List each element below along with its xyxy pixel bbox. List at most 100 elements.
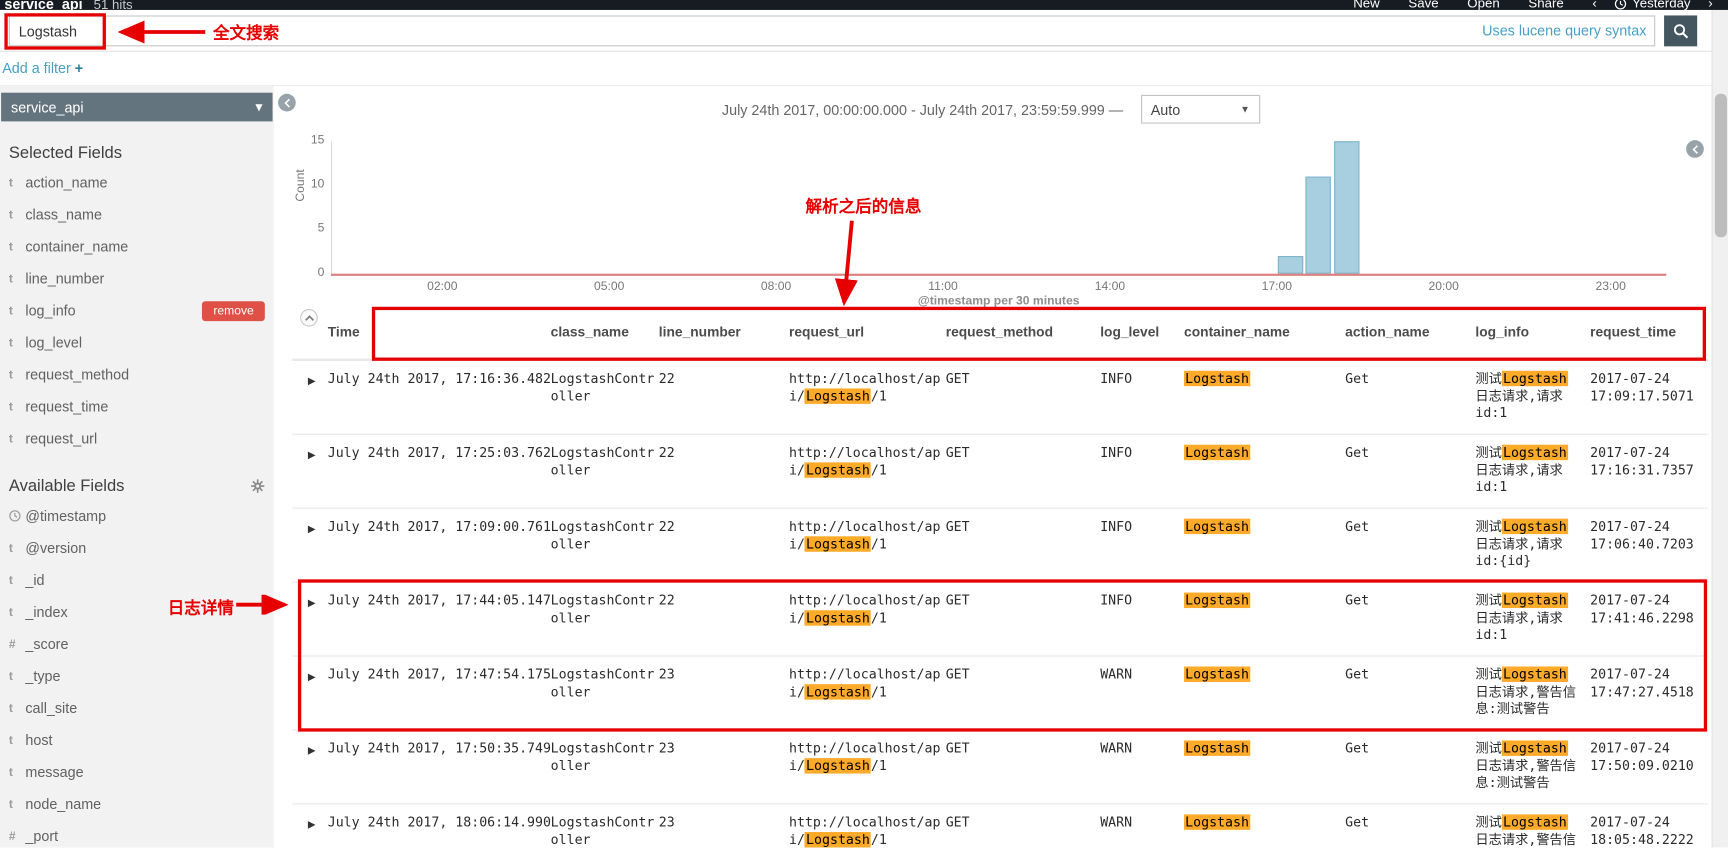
field-item-_port[interactable]: # _port bbox=[0, 820, 274, 848]
histogram-bar-17:30[interactable] bbox=[1305, 176, 1332, 274]
cell-time: July 24th 2017, 17:50:35.749 bbox=[327, 740, 551, 756]
field-item-node_name[interactable]: t node_name bbox=[0, 788, 274, 820]
cell-class_name: LogstashContr oller bbox=[550, 370, 655, 404]
column-header-line_number[interactable]: line_number bbox=[659, 324, 789, 339]
field-name: class_name bbox=[25, 206, 102, 223]
plus-icon: + bbox=[74, 59, 84, 77]
column-header-action_name[interactable]: action_name bbox=[1345, 324, 1475, 339]
expand-row-icon[interactable]: ▶ bbox=[292, 657, 327, 730]
cell-action_name: Get bbox=[1345, 444, 1370, 461]
expand-row-icon[interactable]: ▶ bbox=[292, 731, 327, 804]
cell-request_method: GET bbox=[945, 592, 970, 609]
field-name: line_number bbox=[25, 270, 105, 287]
field-item-call_site[interactable]: t call_site bbox=[0, 692, 274, 724]
field-item-_index[interactable]: t _index bbox=[0, 596, 274, 628]
menu-new[interactable]: New bbox=[1353, 0, 1380, 10]
histogram-bar-18:00[interactable] bbox=[1333, 141, 1359, 274]
field-item-host[interactable]: t host bbox=[0, 724, 274, 756]
column-header-request_time[interactable]: request_time bbox=[1590, 324, 1708, 339]
menu-share[interactable]: Share bbox=[1528, 0, 1563, 10]
field-item-request_time[interactable]: t request_time bbox=[0, 391, 274, 423]
expand-row-icon[interactable]: ▶ bbox=[292, 509, 327, 582]
time-prev-arrow[interactable]: ‹ bbox=[1592, 0, 1596, 10]
log-row: ▶ July 24th 2017, 17:25:03.762 LogstashCon… bbox=[292, 433, 1709, 508]
column-header-request_method[interactable]: request_method bbox=[946, 324, 1100, 339]
available-fields-list: @timestamp t @version t _id t _index # _score t _t… bbox=[0, 500, 274, 848]
field-name: container_name bbox=[25, 238, 129, 255]
log-row: ▶ July 24th 2017, 17:16:36.482 LogstashCon… bbox=[292, 359, 1709, 434]
cell-time: July 24th 2017, 17:25:03.762 bbox=[327, 444, 551, 461]
cell-container_name: Logstash bbox=[1184, 657, 1345, 730]
field-item-class_name[interactable]: t class_name bbox=[0, 199, 274, 231]
field-name: node_name bbox=[25, 795, 102, 813]
expand-row-icon[interactable]: ▶ bbox=[292, 435, 327, 508]
highlighted-term: Logstash bbox=[1184, 592, 1251, 609]
vertical-scrollbar[interactable] bbox=[1711, 9, 1728, 848]
histogram-bar-17:00[interactable] bbox=[1277, 256, 1304, 274]
column-header-log_info[interactable]: log_info bbox=[1475, 324, 1590, 339]
cell-time: July 24th 2017, 18:06:14.990 bbox=[327, 814, 551, 830]
cell-line_number: 22 bbox=[658, 370, 675, 387]
search-icon bbox=[1673, 23, 1688, 38]
cell-container_name: Logstash bbox=[1184, 804, 1345, 847]
field-type-icon: # bbox=[8, 829, 16, 843]
lucene-syntax-link[interactable]: Uses lucene query syntax bbox=[1482, 22, 1646, 39]
menu-save[interactable]: Save bbox=[1408, 0, 1438, 10]
column-header-log_level[interactable]: log_level bbox=[1100, 324, 1184, 339]
x-axis-tick: 23:00 bbox=[1595, 280, 1626, 294]
field-item-@timestamp[interactable]: @timestamp bbox=[0, 500, 274, 532]
index-pattern-selector[interactable]: service_api ▾ bbox=[1, 92, 273, 122]
time-next-arrow[interactable]: › bbox=[1708, 0, 1712, 10]
field-item-log_level[interactable]: t log_level bbox=[0, 327, 274, 359]
field-item-request_url[interactable]: t request_url bbox=[0, 423, 274, 455]
field-type-icon: t bbox=[8, 573, 13, 587]
collapse-histogram-icon[interactable] bbox=[300, 308, 318, 327]
cell-request_method: GET bbox=[945, 444, 970, 461]
field-name: _score bbox=[25, 635, 69, 653]
highlighted-term: Logstash bbox=[1184, 518, 1251, 535]
search-button[interactable] bbox=[1664, 15, 1698, 47]
expand-row-icon[interactable]: ▶ bbox=[292, 361, 327, 434]
cell-request_method: GET bbox=[945, 814, 970, 830]
interval-select[interactable]: Auto ▼ bbox=[1140, 94, 1260, 124]
cell-request_time: 2017-07-24 17:06:40.7203 bbox=[1590, 518, 1694, 552]
field-item-@version[interactable]: t @version bbox=[0, 532, 274, 564]
field-type-icon: t bbox=[8, 336, 13, 350]
column-header-request_url[interactable]: request_url bbox=[789, 324, 946, 339]
field-item-request_method[interactable]: t request_method bbox=[0, 359, 274, 391]
remove-field-button[interactable]: remove bbox=[202, 300, 265, 321]
field-item-log_info[interactable]: t log_info remove bbox=[0, 295, 274, 327]
timepicker-button[interactable]: Yesterday bbox=[1614, 0, 1691, 10]
column-header-time[interactable]: Time bbox=[328, 324, 551, 339]
highlighted-term: Logstash bbox=[1501, 814, 1568, 830]
field-item-_type[interactable]: t _type bbox=[0, 660, 274, 692]
expand-row-icon[interactable]: ▶ bbox=[292, 804, 327, 847]
highlighted-term: Logstash bbox=[804, 609, 871, 626]
field-name: action_name bbox=[25, 174, 108, 191]
cell-class_name: LogstashContr oller bbox=[550, 444, 655, 478]
gear-icon[interactable] bbox=[250, 479, 265, 493]
column-header-class_name[interactable]: class_name bbox=[551, 324, 659, 339]
hits-count: 51 hits bbox=[93, 0, 133, 10]
cell-log_level: INFO bbox=[1100, 370, 1133, 387]
cell-line_number: 23 bbox=[658, 666, 675, 682]
field-item-message[interactable]: t message bbox=[0, 756, 274, 788]
cell-request_time: 2017-07-24 18:05:48.2222 bbox=[1590, 814, 1694, 847]
x-axis-line bbox=[331, 273, 1667, 276]
collapse-sidebar-icon[interactable] bbox=[278, 93, 296, 112]
add-filter-link[interactable]: Add a filter + bbox=[2, 60, 83, 77]
interval-value: Auto bbox=[1150, 100, 1181, 118]
field-item-container_name[interactable]: t container_name bbox=[0, 231, 274, 263]
cell-container_name: Logstash bbox=[1184, 731, 1345, 804]
column-header-container_name[interactable]: container_name bbox=[1184, 324, 1345, 339]
menu-open[interactable]: Open bbox=[1467, 0, 1499, 10]
search-input[interactable] bbox=[8, 15, 1656, 47]
expand-row-icon[interactable]: ▶ bbox=[292, 583, 327, 656]
scrollbar-thumb[interactable] bbox=[1714, 93, 1727, 238]
cell-log_info: 测试Logstash日志请求,警告信息:测试警告 bbox=[1475, 740, 1577, 791]
collapse-right-icon[interactable] bbox=[1686, 140, 1704, 158]
field-item-_score[interactable]: # _score bbox=[0, 628, 274, 660]
field-item-action_name[interactable]: t action_name bbox=[0, 167, 274, 199]
field-item-_id[interactable]: t _id bbox=[0, 564, 274, 596]
field-item-line_number[interactable]: t line_number bbox=[0, 263, 274, 295]
